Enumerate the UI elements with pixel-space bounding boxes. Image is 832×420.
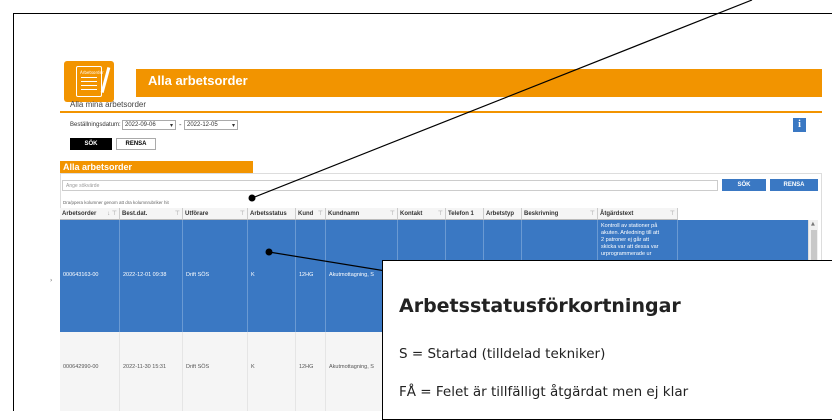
title-banner: Alla arbetsorder	[136, 69, 822, 97]
divider	[60, 111, 822, 113]
column-header-arbetsorder[interactable]: Arbetsorder ↓ ⊤	[60, 208, 120, 220]
column-label: Beskrivning	[524, 211, 559, 217]
date-range-separator: -	[179, 121, 182, 129]
filter-icon[interactable]: ⊤	[175, 210, 180, 217]
row-marker: ›	[50, 277, 53, 284]
column-label: Best.dat.	[122, 211, 148, 217]
column-header-arbetsstatus[interactable]: Arbetsstatus	[248, 208, 296, 220]
search-button[interactable]: SÖK	[70, 138, 112, 150]
clear-button[interactable]: RENSA	[116, 138, 156, 150]
column-label: Kund	[298, 211, 314, 217]
page-subtitle: Alla mina arbetsorder	[70, 100, 147, 109]
column-label: Telefon 1	[448, 211, 474, 217]
grid-clear-button[interactable]: RENSA	[770, 179, 818, 191]
filter-icon[interactable]: ⊤	[390, 210, 395, 217]
status-abbreviations-callout: Arbetsstatusförkortningar S = Startad (t…	[382, 260, 832, 420]
date-to-value: 2022-12-05	[187, 122, 218, 128]
chevron-down-icon: ▾	[169, 123, 173, 129]
column-header-utforare[interactable]: Utförare ⊤	[183, 208, 248, 220]
cell-utforare: Drift SÖS	[183, 332, 248, 411]
column-header-kundnamn[interactable]: Kundnamn ⊤	[326, 208, 398, 220]
cell-arbetsorder: 000643163-00	[60, 220, 120, 332]
date-to-select[interactable]: 2022-12-05 ▾	[184, 120, 238, 130]
filter-icon[interactable]: ⊤	[590, 210, 595, 217]
sort-filter-icon[interactable]: ↓ ⊤	[107, 210, 117, 217]
column-header-telefon[interactable]: Telefon 1	[446, 208, 484, 220]
filter-icon[interactable]: ⊤	[240, 210, 245, 217]
column-label: Kontakt	[400, 211, 423, 217]
column-label: Utförare	[185, 211, 209, 217]
column-header-arbetstyp[interactable]: Arbetstyp	[484, 208, 522, 220]
logo-text: Arbetsorder	[80, 70, 104, 75]
column-header-best-dat[interactable]: Best.dat. ⊤	[120, 208, 183, 220]
date-from-value: 2022-09-06	[125, 122, 156, 128]
column-header-kund[interactable]: Kund ⊤	[296, 208, 326, 220]
cell-kund: 12HG	[296, 332, 326, 411]
callout-line-temporary-fix: FÅ = Felet är tillfälligt åtgärdat men e…	[399, 384, 689, 400]
grid-search-button[interactable]: SÖK	[722, 179, 766, 191]
cell-best-dat: 2022-11-30 15:31	[120, 332, 183, 411]
cell-arbetsorder: 000642990-00	[60, 332, 120, 411]
cell-arbetsstatus: K	[248, 220, 296, 332]
grid-search-input[interactable]: Ange sökvärde	[62, 180, 718, 191]
scroll-up-icon[interactable]: ▲	[811, 221, 815, 227]
column-label: Åtgärdstext	[600, 211, 634, 217]
document-icon: Arbetsorder	[76, 66, 104, 97]
filter-icon[interactable]: ⊤	[670, 210, 675, 217]
column-header-atgardstext[interactable]: Åtgärdstext ⊤	[598, 208, 678, 220]
column-header-beskrivning[interactable]: Beskrivning ⊤	[522, 208, 598, 220]
column-label: Arbetsstatus	[250, 211, 287, 217]
cell-arbetsstatus: K	[248, 332, 296, 411]
group-by-hint: Dra/ppera kolumner genom att dra kolumnr…	[63, 200, 169, 205]
order-date-label: Beställningsdatum:	[70, 122, 121, 128]
column-label: Arbetstyp	[486, 211, 515, 217]
chevron-down-icon: ▾	[231, 123, 235, 129]
section-title: Alla arbetsorder	[60, 161, 253, 173]
cell-utforare: Drift SÖS	[183, 220, 248, 332]
column-header-kontakt[interactable]: Kontakt ⊤	[398, 208, 446, 220]
info-icon[interactable]: i	[793, 118, 806, 132]
date-from-select[interactable]: 2022-09-06 ▾	[122, 120, 176, 130]
column-label: Kundnamn	[328, 211, 360, 217]
callout-line-started: S = Startad (tilldelad tekniker)	[399, 346, 606, 362]
column-label: Arbetsorder	[62, 211, 97, 217]
cell-best-dat: 2022-12-01 09:38	[120, 220, 183, 332]
filter-icon[interactable]: ⊤	[318, 210, 323, 217]
cell-kund: 12HG	[296, 220, 326, 332]
page-title: Alla arbetsorder	[148, 73, 248, 88]
filter-icon[interactable]: ⊤	[438, 210, 443, 217]
callout-title: Arbetsstatusförkortningar	[399, 295, 681, 317]
work-order-logo: Arbetsorder	[64, 61, 114, 102]
